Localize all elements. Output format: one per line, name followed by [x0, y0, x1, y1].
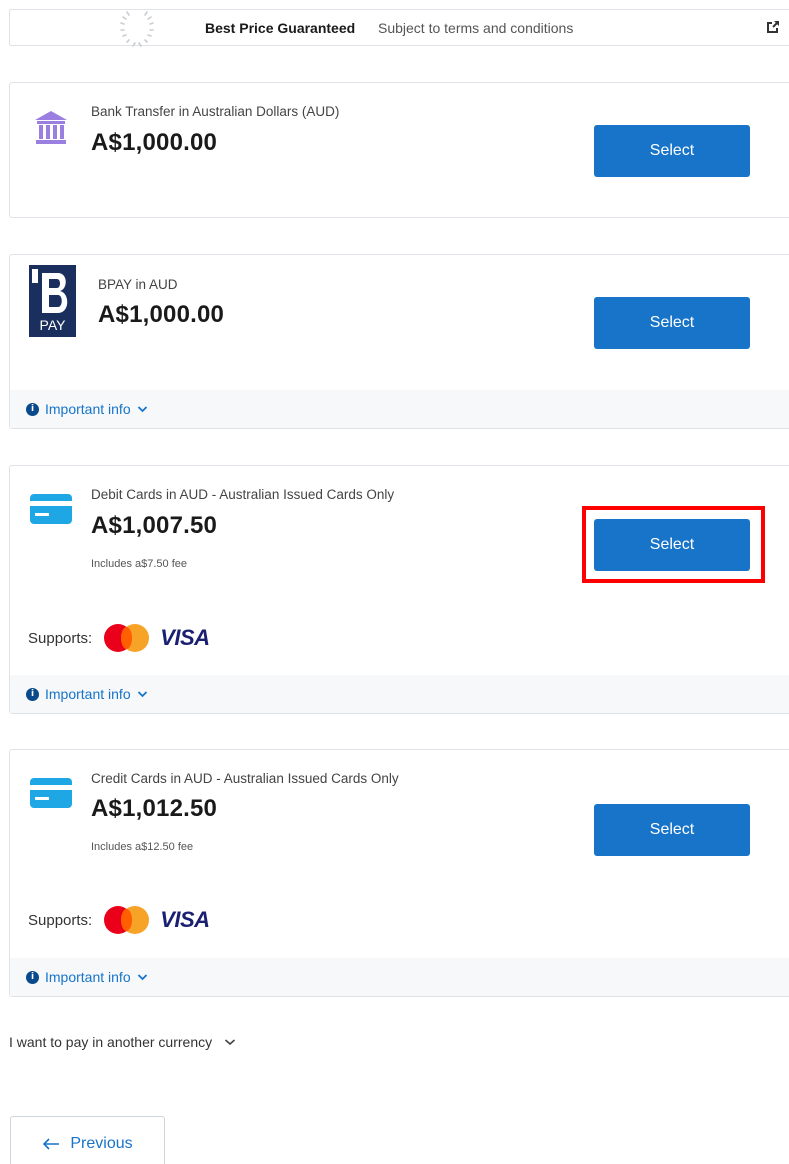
info-icon: i [26, 687, 39, 701]
payment-option-credit-cards: Credit Cards in AUD - Australian Issued … [9, 749, 789, 997]
option-fee: Includes a$7.50 fee [91, 558, 188, 570]
card-icon [30, 778, 72, 808]
payment-option-bpay: PAY BPAY in AUD A$1,000.00 Select i Impo… [9, 254, 789, 429]
mastercard-logo [104, 906, 150, 934]
option-label: BPAY in AUD [98, 277, 178, 292]
option-amount: A$1,000.00 [91, 129, 218, 156]
bank-icon [35, 111, 67, 144]
info-icon: i [26, 402, 39, 416]
chevron-down-icon [137, 691, 147, 698]
option-label: Credit Cards in AUD - Australian Issued … [91, 771, 399, 786]
visa-logo: VISA [160, 907, 210, 932]
important-info-toggle[interactable]: i Important info [26, 969, 148, 985]
chevron-down-icon [225, 1039, 236, 1046]
mastercard-logo [104, 624, 150, 652]
best-price-banner: Best Price Guaranteed Subject to terms a… [9, 9, 789, 47]
other-currency-label: I want to pay in another currency [9, 1034, 213, 1050]
visa-logo: VISA [160, 625, 210, 650]
option-label: Debit Cards in AUD - Australian Issued C… [91, 487, 395, 502]
option-amount: A$1,012.50 [91, 795, 218, 822]
important-info-bar: i Important info [10, 675, 789, 713]
card-icon [30, 494, 72, 524]
option-amount: A$1,000.00 [98, 301, 225, 328]
arrow-left-icon [43, 1138, 60, 1150]
other-currency-toggle[interactable]: I want to pay in another currency [9, 1034, 236, 1050]
previous-button[interactable]: Previous [10, 1116, 165, 1164]
option-amount: A$1,007.50 [91, 512, 218, 539]
important-info-bar: i Important info [10, 958, 789, 996]
chevron-down-icon [137, 406, 147, 413]
select-credit-cards-button[interactable]: Select [594, 804, 750, 856]
payment-option-debit-cards: Debit Cards in AUD - Australian Issued C… [9, 465, 789, 714]
select-bpay-button[interactable]: Select [594, 297, 750, 349]
info-icon: i [26, 970, 39, 984]
supported-cards: Supports: VISA [28, 624, 210, 652]
supports-label: Supports: [28, 911, 93, 929]
bpay-b-icon [32, 269, 68, 313]
important-info-toggle[interactable]: i Important info [26, 401, 148, 417]
important-info-toggle[interactable]: i Important info [26, 686, 148, 702]
important-info-label: Important info [45, 969, 131, 985]
previous-label: Previous [70, 1135, 133, 1152]
supported-cards: Supports: VISA [28, 906, 210, 934]
option-label: Bank Transfer in Australian Dollars (AUD… [91, 104, 340, 119]
important-info-label: Important info [45, 401, 131, 417]
bpay-logo: PAY [29, 265, 76, 337]
highlight-box [582, 506, 765, 583]
option-fee: Includes a$12.50 fee [91, 841, 194, 853]
bpay-logo-text: PAY [39, 317, 66, 333]
select-bank-transfer-button[interactable]: Select [594, 125, 750, 177]
important-info-bar: i Important info [10, 390, 789, 428]
banner-subtitle: Subject to terms and conditions [378, 20, 574, 36]
external-link-icon[interactable] [765, 19, 781, 35]
chevron-down-icon [137, 974, 147, 981]
supports-label: Supports: [28, 629, 93, 647]
laurel-wreath-icon [120, 11, 154, 47]
banner-title: Best Price Guaranteed [205, 20, 356, 36]
important-info-label: Important info [45, 686, 131, 702]
payment-option-bank-transfer: Bank Transfer in Australian Dollars (AUD… [9, 82, 789, 218]
